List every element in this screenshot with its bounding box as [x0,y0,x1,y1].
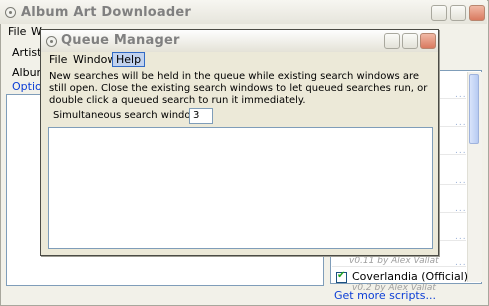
queue-manager-menu-bar: File Window Help [41,52,438,68]
main-window-title: Album Art Downloader [21,5,192,20]
menu-file[interactable]: File [8,25,26,38]
scrollbar-thumb[interactable] [469,74,479,144]
minimize-button[interactable] [431,5,447,21]
coverlandia-checkbox[interactable] [336,270,347,283]
menu-file[interactable]: File [49,53,67,66]
row-separator [440,154,466,155]
row-separator [440,212,466,213]
script-version-text: v0.11 by Alex Vallat [349,256,439,266]
queue-manager-title: Queue Manager [61,33,180,48]
close-button[interactable] [420,33,436,49]
menu-help[interactable]: Help [112,52,146,67]
row-separator [332,266,466,267]
queue-description: New searches will be held in the queue w… [49,71,428,106]
maximize-button[interactable] [402,33,418,49]
row-separator [440,126,466,127]
menu-window[interactable]: Window [73,53,116,66]
simultaneous-windows-input[interactable]: 3 [189,108,213,124]
queue-manager-window: Queue Manager File Window Help New searc… [40,29,439,256]
get-more-scripts-link[interactable]: Get more scripts... [334,289,436,302]
row-separator [440,98,466,99]
app-icon [46,36,57,47]
row-separator [440,184,466,185]
simultaneous-label: Simultaneous search windows: [53,110,208,121]
app-icon [5,7,16,18]
close-button[interactable] [469,5,485,21]
minimize-button[interactable] [384,33,400,49]
maximize-button[interactable] [450,5,466,21]
queue-list[interactable] [48,127,433,249]
script-item-label: Coverlandia (Official) [352,270,469,283]
